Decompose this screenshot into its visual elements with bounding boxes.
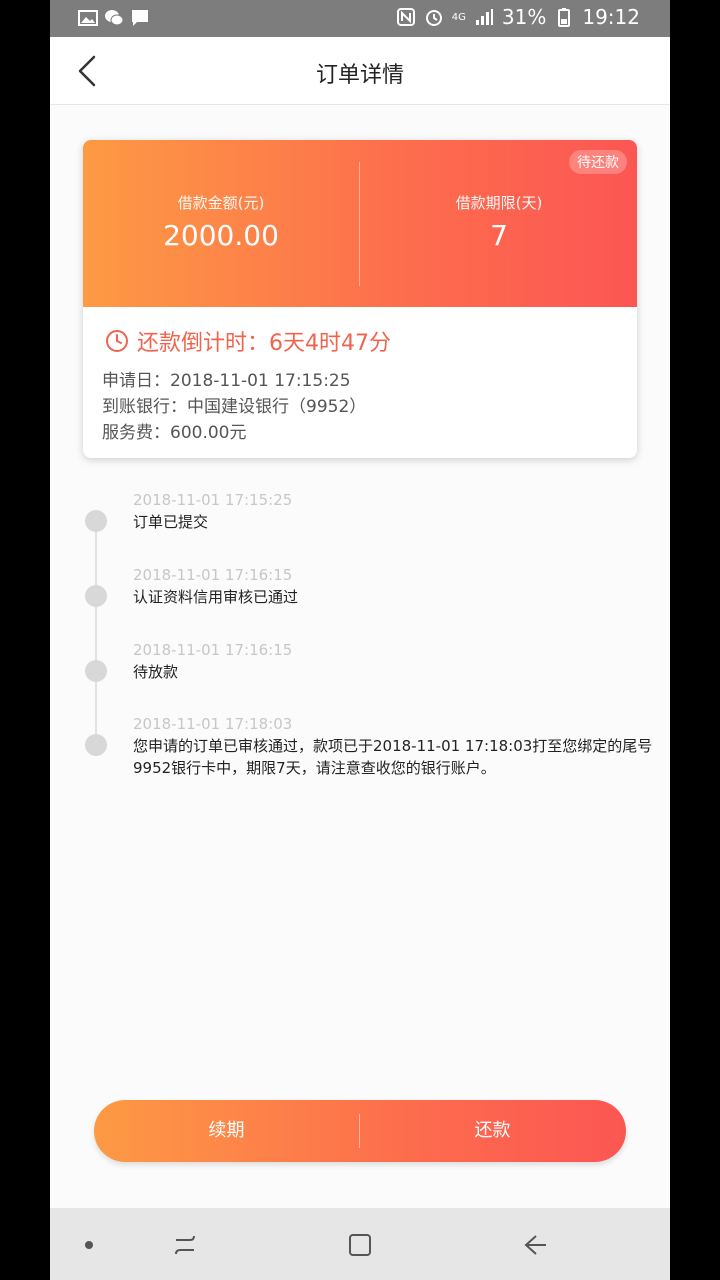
timeline-text: 待放款 <box>133 663 179 681</box>
renew-button[interactable]: 续期 <box>94 1100 359 1162</box>
term-block: 借款期限(天) 7 <box>361 192 637 252</box>
timeline-text: 订单已提交 <box>133 513 209 531</box>
timeline-time: 2018-11-01 17:18:03 <box>133 715 293 733</box>
amount-block: 借款金额(元) 2000.00 <box>83 192 359 252</box>
card-divider <box>359 162 360 286</box>
alarm-icon <box>425 10 442 26</box>
image-icon <box>78 10 98 26</box>
countdown-text: 还款倒计时：6天4时47分 <box>137 331 391 356</box>
nav-back-icon[interactable] <box>520 1230 550 1260</box>
timeline-time: 2018-11-01 17:15:25 <box>133 491 293 509</box>
system-nav-bar <box>50 1208 670 1280</box>
repay-button[interactable]: 还款 <box>360 1100 625 1162</box>
timeline-time: 2018-11-01 17:16:15 <box>133 641 293 659</box>
amount-label: 借款金额(元) <box>177 194 265 212</box>
clock: 19:12 <box>582 5 640 29</box>
timeline-dot <box>85 510 107 532</box>
apply-date: 申请日：2018-11-01 17:15:25 <box>102 371 351 391</box>
wechat-icon <box>105 10 124 26</box>
battery-icon <box>558 8 571 27</box>
timeline-dot <box>85 734 107 756</box>
timeline-text: 认证资料信用审核已通过 <box>133 588 299 606</box>
service-fee: 服务费：600.00元 <box>102 423 247 443</box>
timeline-dot <box>85 660 107 682</box>
status-bar: 4G 31% 19:12 <box>50 0 670 37</box>
message-icon <box>132 10 148 26</box>
page-title: 订单详情 <box>315 63 404 88</box>
timeline-text: 您申请的订单已审核通过，款项已于2018-11-01 17:18:03打至您绑定… <box>133 737 653 777</box>
loan-summary: 待还款 借款金额(元) 2000.00 借款期限(天) 7 <box>83 140 637 307</box>
term-value: 7 <box>490 219 508 252</box>
amount-value: 2000.00 <box>163 219 279 252</box>
clock-icon <box>106 330 128 352</box>
home-icon[interactable] <box>345 1230 375 1260</box>
timeline-line <box>95 518 97 743</box>
signal-icon <box>475 9 493 25</box>
timeline-dot <box>85 585 107 607</box>
term-label: 借款期限(天) <box>455 194 543 212</box>
recent-apps-icon[interactable] <box>170 1230 200 1260</box>
timeline-time: 2018-11-01 17:16:15 <box>133 566 293 584</box>
title-bar: 订单详情 <box>50 37 670 105</box>
battery-percent: 31% <box>501 5 547 29</box>
status-badge: 待还款 <box>569 150 627 174</box>
loan-info: 申请日：2018-11-01 17:15:25 到账银行：中国建设银行（9952… <box>102 368 366 446</box>
phone-screen: 4G 31% 19:12 订单详情 待还款 借款金额(元) 2000.00 借款… <box>50 0 670 1280</box>
nav-dot-icon[interactable] <box>74 1230 104 1260</box>
nfc-icon <box>396 8 415 26</box>
status-left-icons <box>78 8 150 28</box>
status-right: 4G 31% 19:12 <box>396 5 640 29</box>
loan-card: 待还款 借款金额(元) 2000.00 借款期限(天) 7 还款倒计时：6天4时… <box>83 140 637 458</box>
repay-countdown: 还款倒计时：6天4时47分 <box>105 325 391 357</box>
network-type: 4G <box>451 11 466 23</box>
receiving-bank: 到账银行：中国建设银行（9952） <box>102 397 367 417</box>
action-bar: 续期 还款 <box>94 1100 626 1162</box>
